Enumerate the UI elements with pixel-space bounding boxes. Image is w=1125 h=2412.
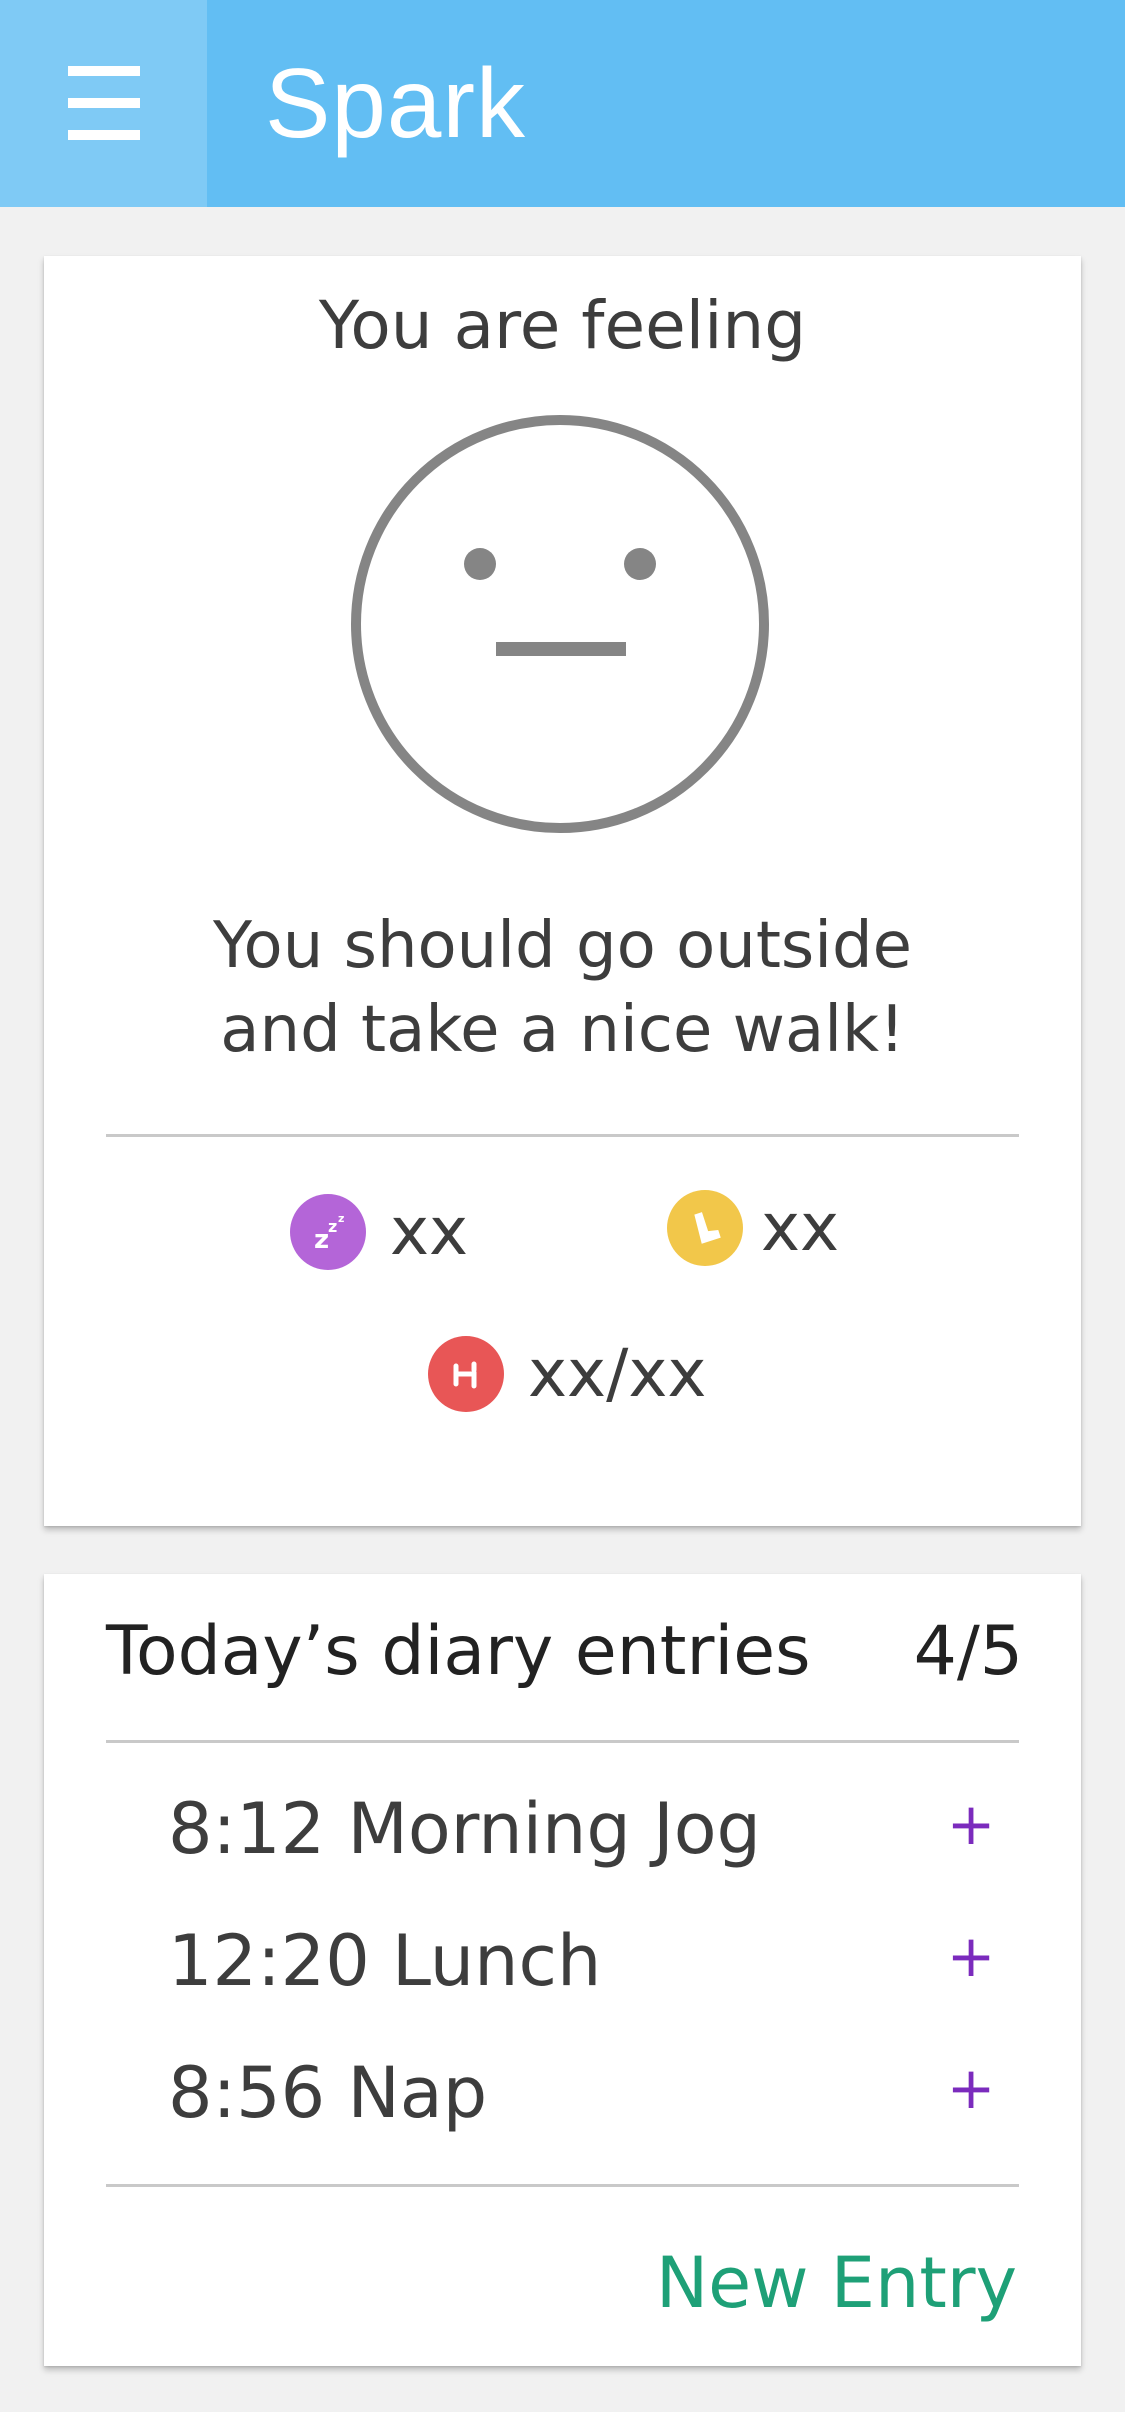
add-icon[interactable]: +	[939, 1924, 1003, 1988]
steps-stat: xx	[667, 1190, 839, 1266]
app-title: Spark	[265, 48, 527, 158]
neutral-face-icon	[351, 415, 769, 833]
diary-card: Today’s diary entries 4/5 8:12 Morning J…	[44, 1574, 1081, 2366]
add-icon[interactable]: +	[939, 2056, 1003, 2120]
advice-text: You should go outside and take a nice wa…	[44, 904, 1081, 1072]
diary-entry[interactable]: 8:12 Morning Jog +	[106, 1774, 1019, 1884]
sleep-icon: z z z	[290, 1194, 366, 1270]
heart-rate-icon	[428, 1336, 504, 1412]
menu-icon-bar	[68, 130, 140, 140]
advice-line-2: and take a nice walk!	[220, 993, 905, 1067]
steps-icon	[667, 1190, 743, 1266]
svg-text:z: z	[314, 1225, 329, 1254]
add-icon[interactable]: +	[939, 1792, 1003, 1856]
mood-card: You are feeling You should go outside an…	[44, 256, 1081, 1526]
menu-icon	[68, 66, 140, 76]
new-entry-button[interactable]: New Entry	[656, 2238, 1017, 2328]
heart-rate-value: xx/xx	[528, 1335, 707, 1412]
menu-button[interactable]	[0, 0, 207, 207]
svg-text:z: z	[328, 1217, 337, 1236]
app-bar: Spark	[0, 0, 1125, 207]
divider	[106, 2184, 1019, 2187]
diary-entry[interactable]: 12:20 Lunch +	[106, 1906, 1019, 2016]
sleep-stat: z z z xx	[290, 1194, 468, 1270]
sleep-value: xx	[390, 1193, 469, 1270]
svg-text:z: z	[338, 1212, 344, 1225]
heart-rate-stat: xx/xx	[428, 1336, 706, 1412]
diary-entry[interactable]: 8:56 Nap +	[106, 2038, 1019, 2148]
entry-label: 8:56 Nap	[168, 2052, 488, 2134]
advice-line-1: You should go outside	[212, 909, 913, 983]
entry-label: 8:12 Morning Jog	[168, 1788, 761, 1870]
menu-icon-bar	[68, 98, 140, 108]
entry-label: 12:20 Lunch	[168, 1920, 602, 2002]
diary-count: 4/5	[913, 1612, 1023, 1691]
diary-title: Today’s diary entries	[106, 1612, 811, 1691]
divider	[106, 1134, 1019, 1137]
divider	[106, 1740, 1019, 1743]
steps-value: xx	[761, 1189, 840, 1266]
feeling-heading: You are feeling	[318, 287, 807, 364]
